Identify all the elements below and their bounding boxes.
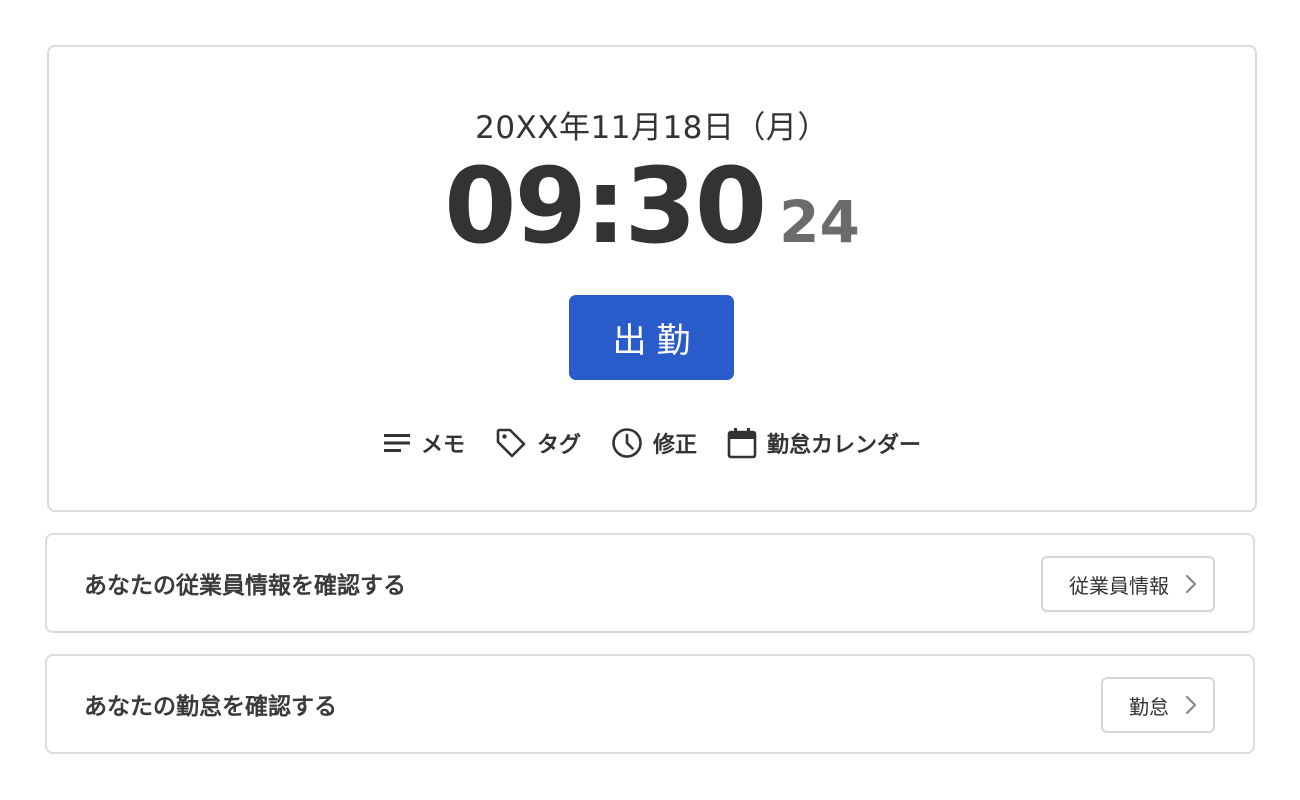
chevron-right-icon <box>1185 574 1197 594</box>
memo-label: メモ <box>420 433 465 458</box>
current-date: 20XX年11月18日（月） <box>475 110 829 146</box>
current-time: 09:30 24 <box>49 154 1255 258</box>
clock-in-button[interactable]: 出勤 <box>569 295 734 380</box>
tag-icon <box>495 427 527 459</box>
clock-card: 20XX年11月18日（月） 09:30 24 出勤 メモ タグ 修正 勤怠カレ… <box>47 45 1257 512</box>
employee-info-card: あなたの従業員情報を確認する 従業員情報 <box>45 533 1255 633</box>
employee-info-button-label: 従業員情報 <box>1069 573 1169 598</box>
chevron-right-icon <box>1185 695 1197 715</box>
memo-lines-icon <box>383 431 411 455</box>
employee-info-button[interactable]: 従業員情報 <box>1041 556 1215 612</box>
calendar-icon <box>727 427 757 459</box>
time-hours-minutes: 09:30 <box>444 145 767 267</box>
attendance-calendar-action[interactable]: 勤怠カレンダー <box>727 427 921 459</box>
tag-label: タグ <box>536 433 581 458</box>
correction-action[interactable]: 修正 <box>611 427 697 459</box>
attendance-calendar-label: 勤怠カレンダー <box>767 433 922 458</box>
attendance-button[interactable]: 勤怠 <box>1101 677 1215 733</box>
tag-action[interactable]: タグ <box>495 427 581 459</box>
clock-icon <box>611 427 643 459</box>
employee-info-text: あなたの従業員情報を確認する <box>84 573 406 599</box>
action-bar: メモ タグ 修正 勤怠カレンダー <box>49 427 1255 459</box>
time-seconds: 24 <box>779 188 860 256</box>
attendance-card: あなたの勤怠を確認する 勤怠 <box>45 654 1255 754</box>
correction-label: 修正 <box>653 433 698 458</box>
attendance-button-label: 勤怠 <box>1129 694 1169 719</box>
memo-action[interactable]: メモ <box>383 427 465 459</box>
attendance-text: あなたの勤怠を確認する <box>84 694 337 720</box>
